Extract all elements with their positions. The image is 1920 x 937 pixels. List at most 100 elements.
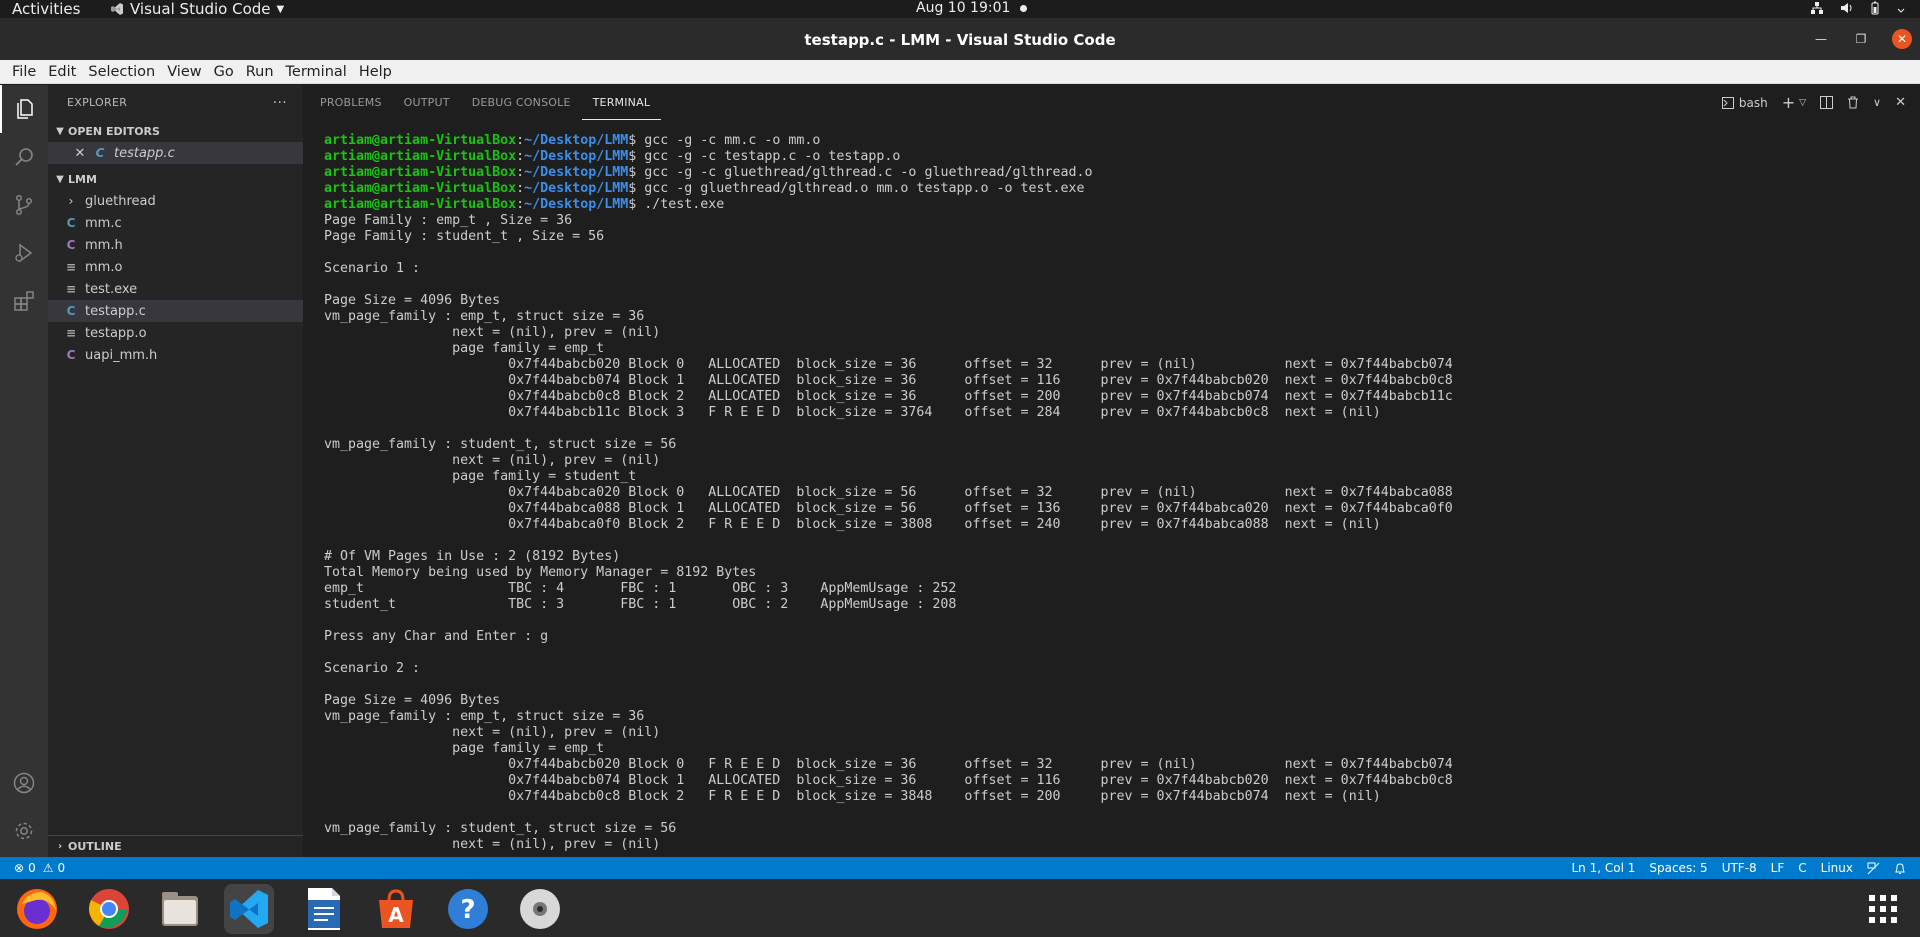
terminal-output[interactable]: artiam@artiam-VirtualBox:~/Desktop/LMM$ … [324, 133, 1914, 853]
dock-files[interactable] [155, 884, 205, 934]
tree-item-mm-h[interactable]: C mm.h [48, 234, 303, 256]
app-grid-icon [1869, 895, 1897, 923]
terminal-output-line: 0x7f44babcb020 Block 0 F R E E D block_s… [324, 757, 1453, 772]
menu-go[interactable]: Go [208, 64, 240, 80]
files-icon [162, 892, 198, 926]
close-window-button[interactable]: ✕ [1892, 29, 1912, 49]
terminal-command-line: artiam@artiam-VirtualBox:~/Desktop/LMM$ … [324, 197, 725, 212]
extensions-activity[interactable] [0, 277, 48, 325]
menu-file[interactable]: File [6, 64, 42, 80]
activity-bar [0, 85, 48, 857]
binary-file-icon: ≡ [65, 282, 77, 296]
folder-section-lmm[interactable]: ▼ LMM [48, 168, 303, 190]
search-activity[interactable] [0, 133, 48, 181]
terminal-output-line: student_t TBC : 3 FBC : 1 OBC : 2 AppMem… [324, 597, 957, 612]
header-file-icon: C [66, 348, 76, 362]
trash-icon[interactable] [1847, 96, 1859, 109]
run-debug-activity[interactable] [0, 229, 48, 277]
dock-help[interactable]: ? [443, 884, 493, 934]
maximize-panel-icon[interactable]: ∨ [1873, 96, 1881, 109]
accounts-activity[interactable] [0, 759, 48, 807]
dock-firefox[interactable] [12, 884, 62, 934]
terminal-output-line: 0x7f44babcb0c8 Block 2 ALLOCATED block_s… [324, 389, 1453, 404]
problems-status[interactable]: ⊗ 0 ⚠ 0 [14, 861, 65, 875]
encoding[interactable]: UTF-8 [1722, 861, 1757, 875]
terminal-output-line: 0x7f44babcb11c Block 3 F R E E D block_s… [324, 405, 1381, 420]
tree-item-gluethread[interactable]: › gluethread [48, 190, 303, 212]
explorer-activity[interactable] [0, 85, 48, 133]
outline-section[interactable]: › OUTLINE [48, 835, 303, 857]
clock[interactable]: Aug 10 19:01 [916, 0, 1028, 16]
restore-button[interactable]: ❐ [1852, 30, 1870, 48]
end-of-line[interactable]: LF [1771, 861, 1785, 875]
menu-edit[interactable]: Edit [42, 64, 82, 80]
activities-button[interactable]: Activities [12, 0, 80, 18]
terminal-output-line: vm_page_family : student_t, struct size … [324, 437, 677, 452]
more-actions-icon[interactable]: ··· [273, 95, 287, 111]
tab-problems[interactable]: PROBLEMS [309, 85, 393, 120]
explorer-title: EXPLORER [67, 96, 128, 109]
terminal-output-line: vm_page_family : student_t, struct size … [324, 821, 677, 836]
dock-vscode[interactable] [224, 884, 274, 934]
open-editor-item[interactable]: ✕ C testapp.c [48, 142, 303, 164]
terminal-output-line: 0x7f44babca088 Block 1 ALLOCATED block_s… [324, 501, 1453, 516]
c-file-icon: C [66, 216, 76, 230]
battery-icon [1871, 1, 1879, 15]
close-panel-icon[interactable]: ✕ [1895, 95, 1906, 110]
menu-run[interactable]: Run [240, 64, 280, 80]
feedback-icon[interactable] [1867, 862, 1880, 875]
account-icon [13, 772, 35, 794]
language-mode[interactable]: C [1798, 861, 1806, 875]
menu-terminal[interactable]: Terminal [280, 64, 353, 80]
dock-show-apps[interactable] [1858, 884, 1908, 934]
close-editor-icon[interactable]: ✕ [72, 146, 88, 161]
tree-item-test-exe[interactable]: ≡ test.exe [48, 278, 303, 300]
indentation[interactable]: Spaces: 5 [1649, 861, 1707, 875]
terminal-shell-selector[interactable]: bash [1721, 96, 1768, 110]
svg-text:A: A [388, 903, 404, 927]
tree-item-testapp-o[interactable]: ≡ testapp.o [48, 322, 303, 344]
app-menu[interactable]: Visual Studio Code ▼ [110, 0, 284, 18]
dock-software[interactable]: A [371, 884, 421, 934]
split-terminal-icon[interactable] [1820, 96, 1834, 109]
tab-output[interactable]: OUTPUT [393, 85, 461, 120]
tree-item-testapp-c[interactable]: C testapp.c [48, 300, 303, 322]
manage-activity[interactable] [0, 807, 48, 855]
window-title: testapp.c - LMM - Visual Studio Code [804, 31, 1116, 49]
menu-bar: File Edit Selection View Go Run Terminal… [0, 60, 1920, 84]
terminal-output-line: next = (nil), prev = (nil) [324, 725, 661, 740]
tab-debug-console[interactable]: DEBUG CONSOLE [461, 85, 582, 120]
dock-chrome[interactable] [84, 884, 134, 934]
terminal-command-line: artiam@artiam-VirtualBox:~/Desktop/LMM$ … [324, 165, 1093, 180]
binary-file-icon: ≡ [65, 260, 77, 274]
source-control-activity[interactable] [0, 181, 48, 229]
help-icon: ? [448, 889, 488, 929]
menu-view[interactable]: View [161, 64, 207, 80]
terminal-output-line: 0x7f44babca0f0 Block 2 F R E E D block_s… [324, 517, 1381, 532]
new-terminal-icon[interactable]: + [1782, 93, 1795, 112]
tree-item-uapi-mm-h[interactable]: C uapi_mm.h [48, 344, 303, 366]
menu-selection[interactable]: Selection [82, 64, 161, 80]
source-control-icon [15, 194, 33, 216]
tab-terminal[interactable]: TERMINAL [581, 85, 662, 120]
open-editors-section[interactable]: ▼ OPEN EDITORS [48, 120, 303, 142]
platform[interactable]: Linux [1821, 861, 1853, 875]
dock-disc[interactable] [515, 884, 565, 934]
dock-writer[interactable] [299, 884, 349, 934]
cursor-position[interactable]: Ln 1, Col 1 [1572, 861, 1636, 875]
menu-help[interactable]: Help [353, 64, 398, 80]
tree-item-mm-o[interactable]: ≡ mm.o [48, 256, 303, 278]
disc-icon [520, 889, 560, 929]
tree-item-mm-c[interactable]: C mm.c [48, 212, 303, 234]
minimize-button[interactable]: — [1812, 30, 1830, 48]
svg-text:?: ? [460, 895, 475, 925]
terminal-output-line: 0x7f44babcb0c8 Block 2 F R E E D block_s… [324, 789, 1381, 804]
bell-icon[interactable] [1894, 862, 1906, 875]
terminal-output-line: 0x7f44babcb020 Block 0 ALLOCATED block_s… [324, 357, 1453, 372]
chevron-down-icon[interactable]: ▽ [1799, 98, 1806, 108]
terminal-output-lines: Page Family : emp_t , Size = 36 Page Fami… [324, 213, 1914, 853]
system-tray[interactable] [1810, 1, 1906, 15]
